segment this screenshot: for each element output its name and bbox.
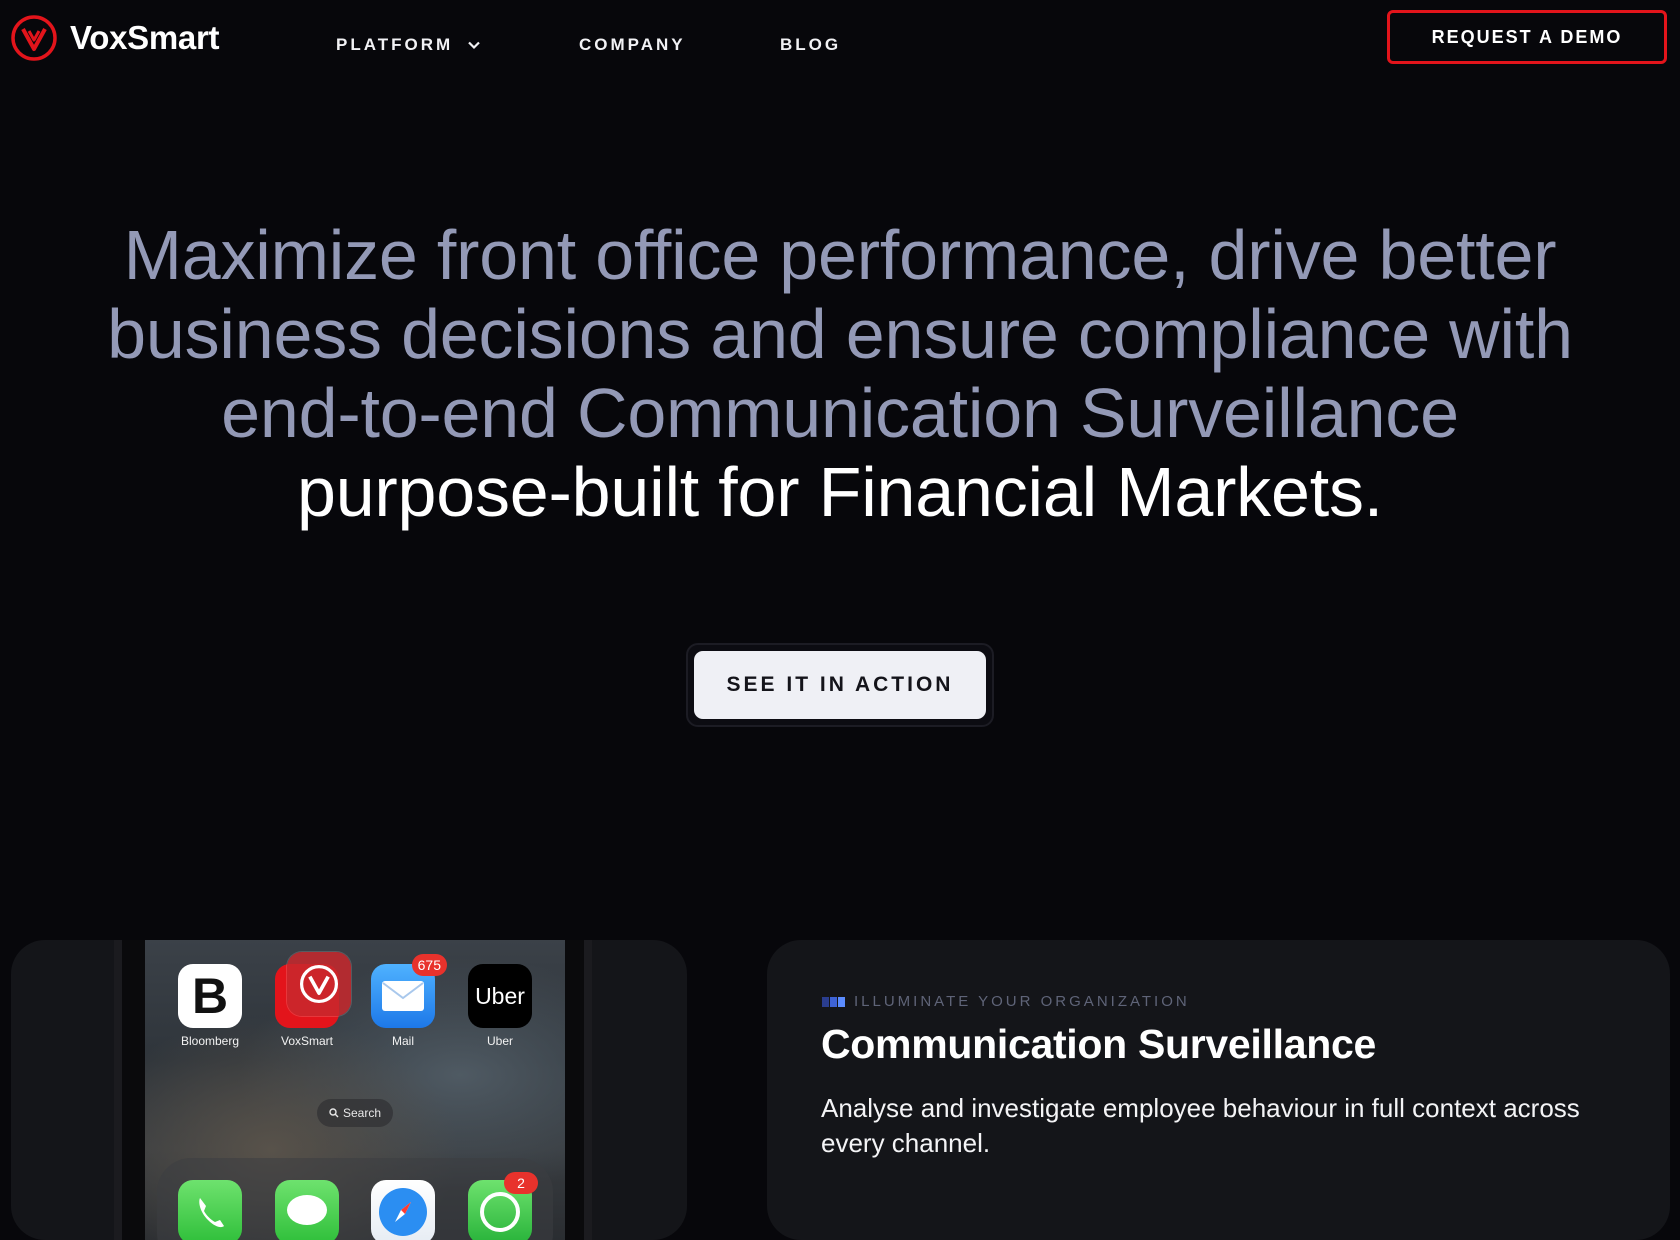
notification-badge: 675: [411, 954, 447, 976]
eyebrow-bars-icon: [822, 996, 845, 1007]
nav-item-label: COMPANY: [579, 35, 686, 54]
phone-handset-icon: [199, 1198, 224, 1228]
app-bloomberg[interactable]: B Bloomberg: [178, 964, 242, 1048]
request-demo-button[interactable]: REQUEST A DEMO: [1387, 10, 1667, 64]
speech-bubble-icon: [287, 1195, 327, 1225]
phone-app-icon[interactable]: [178, 1180, 242, 1240]
voxsmart-app-icon: [275, 952, 351, 1028]
app-label: VoxSmart: [280, 1034, 334, 1048]
messages-app-icon[interactable]: [275, 1180, 339, 1240]
envelope-icon: [382, 981, 424, 1011]
nav-item-label: PLATFORM: [336, 35, 454, 54]
hero-headline: Maximize front office performance, drive…: [40, 216, 1640, 532]
chevron-down-icon: [468, 41, 480, 50]
see-it-in-action-button[interactable]: SEE IT IN ACTION: [694, 651, 986, 719]
eyebrow-label: ILLUMINATE YOUR ORGANIZATION: [854, 993, 1190, 1010]
hero-line: business decisions and ensure compliance…: [107, 295, 1573, 373]
app-label: Bloomberg: [180, 1034, 240, 1048]
bloomberg-glyph: B: [191, 968, 229, 1024]
app-voxsmart[interactable]: VoxSmart: [275, 952, 351, 1048]
nav-item-label: BLOG: [780, 35, 842, 54]
phone-screen: B Bloomberg VoxSmart 675 Mail Uber Uber …: [145, 940, 565, 1240]
notification-badge: 2: [504, 1172, 538, 1194]
voxsmart-logo-icon: [299, 964, 339, 1004]
nav-item-blog[interactable]: BLOG: [780, 35, 841, 55]
top-navigation: VoxSmart PLATFORM COMPANY BLOG REQUEST A…: [0, 0, 1680, 90]
brand-logo[interactable]: VoxSmart: [10, 14, 220, 62]
nav-item-platform[interactable]: PLATFORM: [336, 35, 481, 55]
hero-line: end-to-end Communication Surveillance: [221, 374, 1459, 452]
voxsmart-logo-icon: [11, 15, 57, 61]
app-label: Uber: [486, 1034, 513, 1048]
uber-glyph: Uber: [475, 982, 525, 1009]
phone-preview-card: B Bloomberg VoxSmart 675 Mail Uber Uber …: [11, 940, 687, 1240]
feature-title: Communication Surveillance: [821, 1021, 1376, 1067]
feature-card: [767, 940, 1670, 1240]
search-icon: [329, 1108, 339, 1118]
brand-name: VoxSmart: [70, 19, 220, 56]
nav-item-company[interactable]: COMPANY: [579, 35, 686, 55]
hero-line-emphasis: purpose-built for Financial Markets.: [296, 453, 1384, 531]
feature-description: Analyse and investigate employee behavio…: [821, 1093, 1580, 1158]
voxsmart-drag-ghost: [287, 952, 351, 1016]
safari-app-icon[interactable]: [371, 1180, 435, 1240]
hero-line: Maximize front office performance, drive…: [123, 216, 1557, 294]
search-label: Search: [342, 1106, 382, 1120]
compass-icon: [379, 1188, 427, 1236]
feature-eyebrow: ILLUMINATE YOUR ORGANIZATION: [822, 993, 1190, 1010]
bloomberg-icon: B: [178, 964, 242, 1028]
mail-icon: 675: [371, 954, 447, 1028]
spotlight-search-pill[interactable]: Search: [317, 1099, 393, 1127]
app-label: Mail: [391, 1034, 414, 1048]
app-uber[interactable]: Uber Uber: [468, 964, 532, 1048]
uber-icon: Uber: [468, 964, 532, 1028]
app-mail[interactable]: 675 Mail: [371, 954, 447, 1048]
whatsapp-app-icon[interactable]: 2: [468, 1172, 538, 1240]
